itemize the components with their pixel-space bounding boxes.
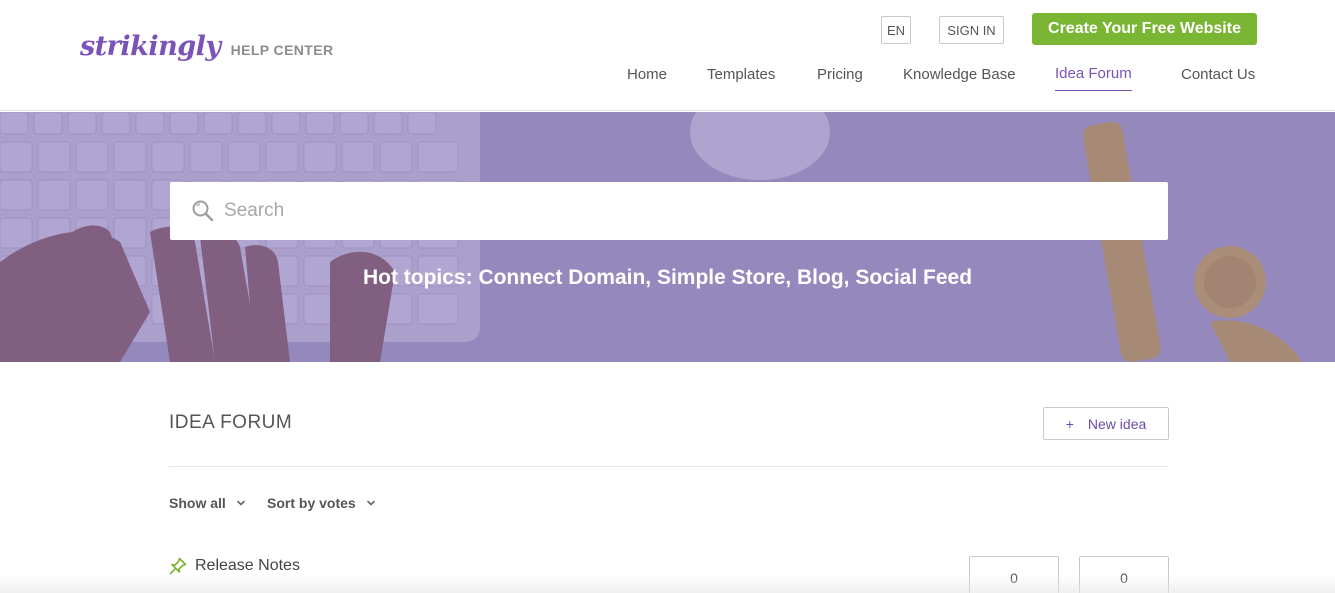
show-all-dropdown[interactable]: Show all	[169, 495, 246, 511]
hot-topics-text: Hot topics: Connect Domain, Simple Store…	[362, 266, 973, 289]
chevron-down-icon	[366, 500, 375, 506]
divider	[169, 466, 1168, 467]
pin-icon	[169, 557, 187, 575]
nav-item-contact-us[interactable]: Contact Us	[1181, 66, 1255, 83]
site-header: strikingly HELP CENTER EN SIGN IN Create…	[0, 0, 1335, 111]
search-box	[170, 182, 1168, 240]
logo-subtitle: HELP CENTER	[230, 42, 334, 58]
search-icon	[192, 200, 214, 222]
topic-title: Release Notes	[195, 557, 300, 574]
comment-count-box[interactable]: 0	[1079, 556, 1169, 593]
logo-wordmark: strikingly	[80, 31, 221, 62]
main-nav: Home Templates Pricing Knowledge Base Id…	[0, 65, 1335, 91]
nav-item-pricing[interactable]: Pricing	[817, 66, 863, 83]
new-idea-button[interactable]: + New idea	[1043, 407, 1169, 440]
show-all-label: Show all	[169, 495, 226, 511]
search-input[interactable]	[224, 182, 1144, 240]
sort-label: Sort by votes	[267, 495, 356, 511]
plus-icon: +	[1065, 415, 1074, 432]
hero-banner: Hot topics: Connect Domain, Simple Store…	[0, 112, 1335, 362]
nav-item-idea-forum[interactable]: Idea Forum	[1055, 65, 1132, 91]
list-item[interactable]: Release Notes	[169, 557, 300, 575]
language-selector-button[interactable]: EN	[881, 16, 911, 44]
vote-count-box[interactable]: 0	[969, 556, 1059, 593]
sign-in-button[interactable]: SIGN IN	[939, 16, 1004, 44]
nav-item-home[interactable]: Home	[627, 66, 667, 83]
chevron-down-icon	[236, 500, 245, 506]
nav-item-templates[interactable]: Templates	[707, 66, 775, 83]
sort-by-votes-dropdown[interactable]: Sort by votes	[267, 495, 376, 511]
new-idea-label: New idea	[1087, 415, 1147, 432]
nav-item-knowledge-base[interactable]: Knowledge Base	[903, 66, 1016, 83]
logo[interactable]: strikingly HELP CENTER	[80, 31, 334, 62]
page-title: IDEA FORUM	[169, 412, 293, 433]
create-website-button[interactable]: Create Your Free Website	[1032, 13, 1257, 45]
